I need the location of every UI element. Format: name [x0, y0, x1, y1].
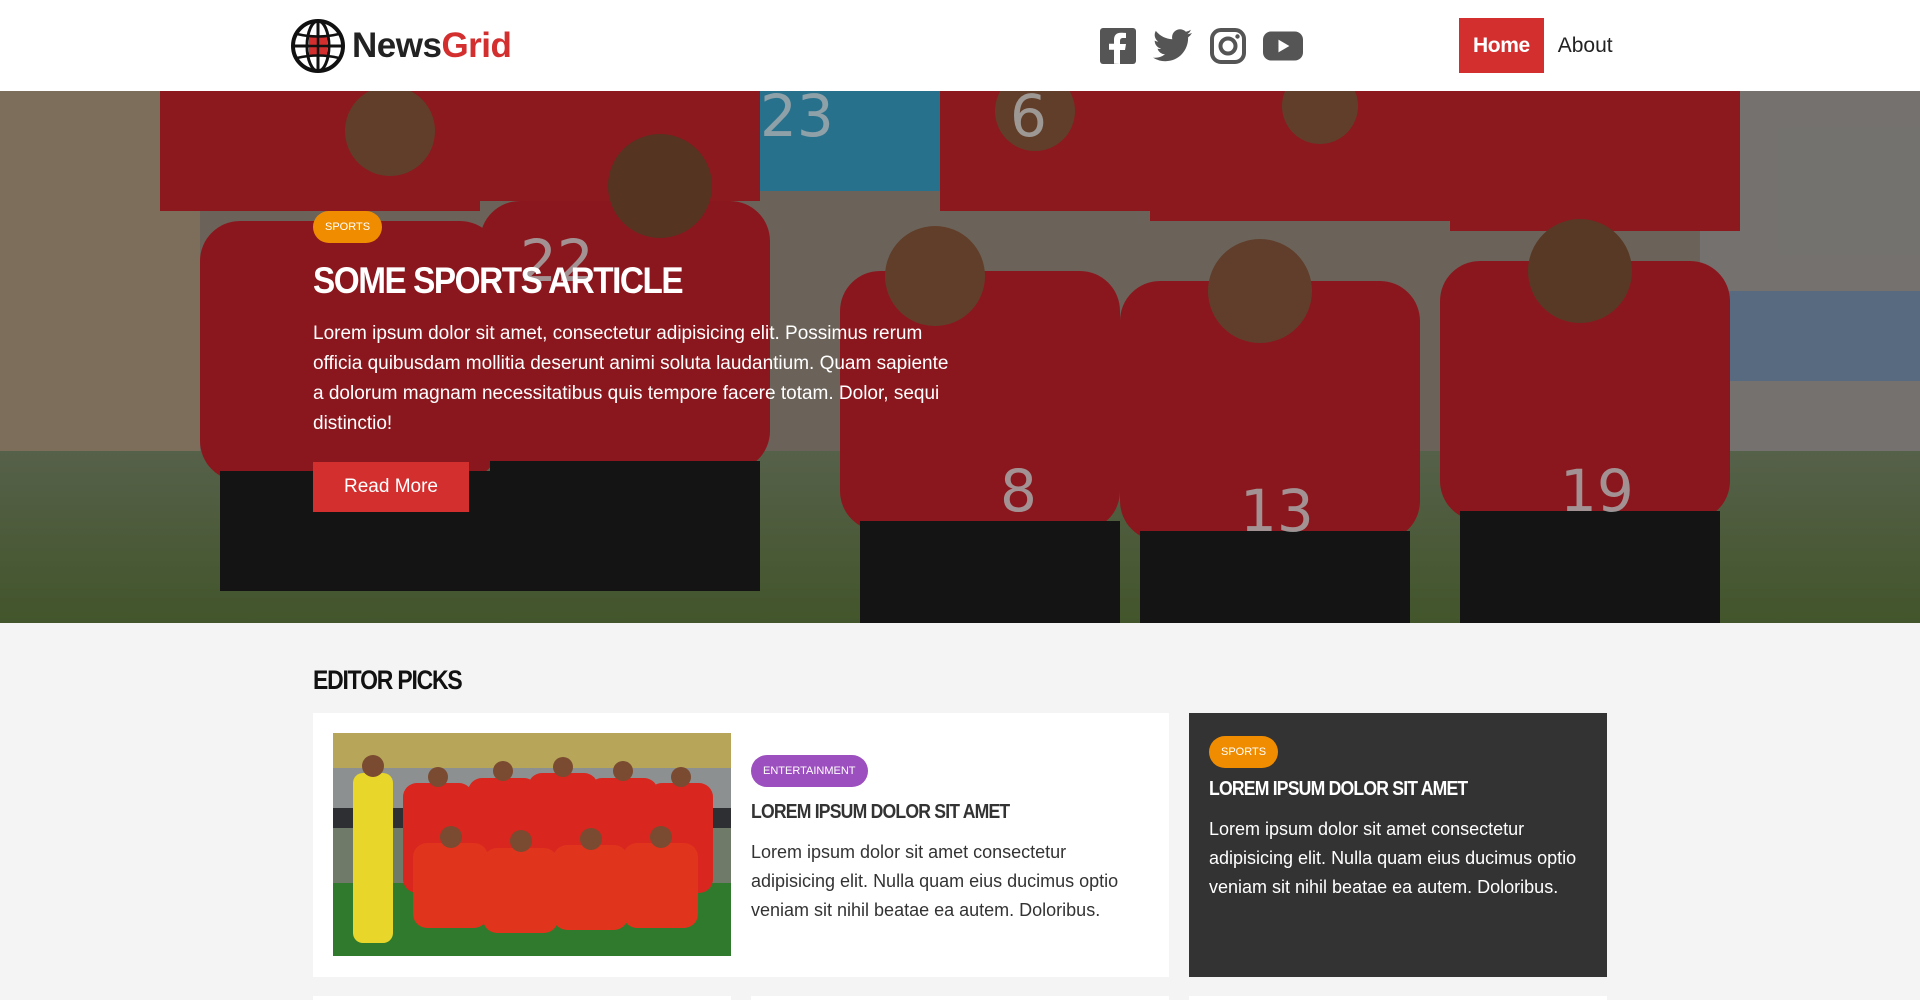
- category-badge[interactable]: Sports: [1209, 736, 1279, 768]
- category-badge[interactable]: Entertainment: [751, 755, 868, 787]
- category-badge[interactable]: Sports: [313, 211, 383, 243]
- hero-section: 8 13 19 22 6 23 Sports Some Sports Artic…: [0, 91, 1920, 623]
- article-excerpt: Lorem ipsum dolor sit amet consectetur a…: [751, 842, 1119, 920]
- main-menu: Home About: [1459, 18, 1627, 73]
- editor-pick-card[interactable]: Entertainment Lorem ipsum dolor sit amet…: [313, 713, 1169, 977]
- article-title[interactable]: Lorem ipsum dolor sit amet: [1209, 778, 1542, 801]
- instagram-icon[interactable]: [1208, 26, 1248, 66]
- nav-home-link[interactable]: Home: [1459, 18, 1544, 73]
- hero-excerpt: Lorem ipsum dolor sit amet, consectetur …: [313, 323, 949, 434]
- article-body: Entertainment Lorem ipsum dolor sit amet…: [751, 755, 1151, 925]
- top-navbar: NewsGrid Home About: [0, 0, 1920, 91]
- editor-pick-card-dark[interactable]: Sports Lorem ipsum dolor sit amet Lorem …: [1189, 713, 1607, 977]
- nav-about-link[interactable]: About: [1544, 18, 1627, 73]
- article-title[interactable]: Lorem ipsum dolor sit amet: [751, 801, 1103, 824]
- next-card-edge: [751, 996, 1169, 1000]
- logo-text: NewsGrid: [352, 26, 512, 65]
- next-card-edge: [1189, 996, 1607, 1000]
- read-more-button[interactable]: Read More: [313, 462, 469, 512]
- site-logo[interactable]: NewsGrid: [291, 19, 512, 73]
- section-title: Editor Picks: [313, 665, 463, 695]
- next-card-edge: [313, 996, 731, 1000]
- facebook-icon[interactable]: [1098, 26, 1138, 66]
- hero-title: Some Sports Article: [313, 260, 684, 301]
- globe-icon: [291, 19, 345, 73]
- twitter-icon[interactable]: [1153, 26, 1193, 66]
- hero-article: Sports Some Sports Article Lorem ipsum d…: [313, 211, 963, 512]
- youtube-icon[interactable]: [1263, 26, 1303, 66]
- article-thumbnail[interactable]: [333, 733, 731, 956]
- social-links: [1098, 26, 1303, 66]
- article-excerpt: Lorem ipsum dolor sit amet consectetur a…: [1209, 819, 1577, 897]
